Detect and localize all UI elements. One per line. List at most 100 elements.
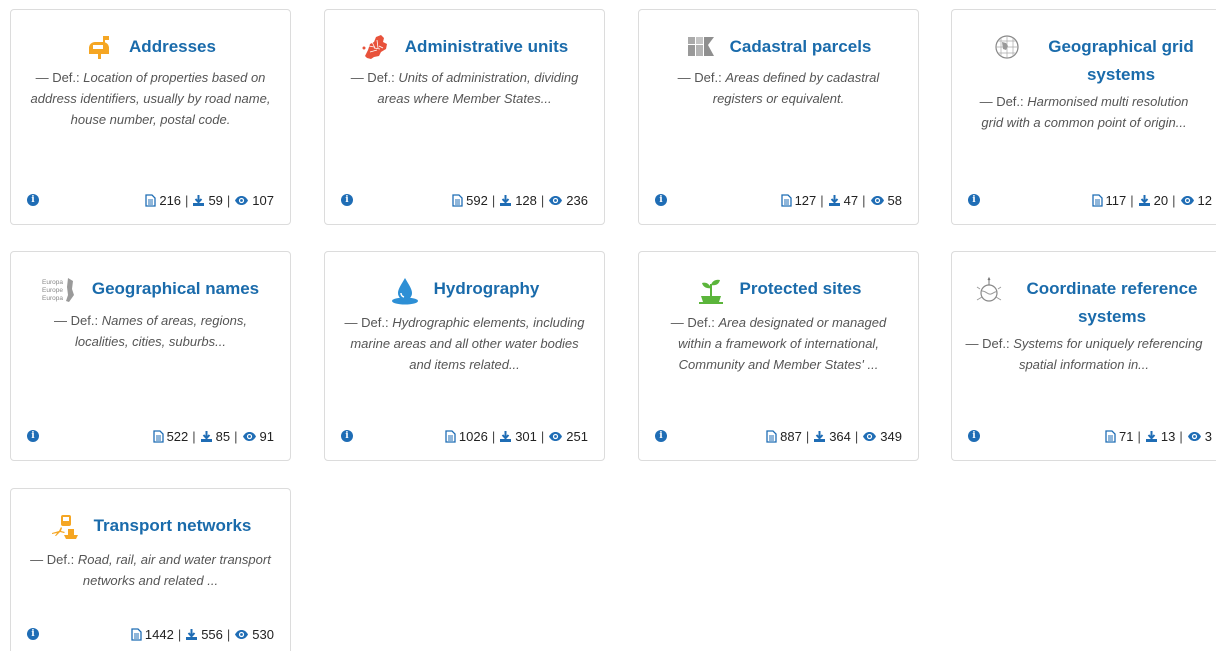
card-definition: — Def.: Location of properties based on … [30,70,271,127]
views-count: 91 [259,428,274,444]
views-count: 530 [252,626,274,642]
card-stats: 592 | 128 | 236 [452,193,588,208]
records-count: 216 [159,192,182,208]
eye-icon [234,629,249,640]
records-count: 71 [1119,428,1134,444]
theme-card-protected-sites[interactable]: Protected sites — Def.: Area designated … [638,251,919,461]
theme-card-geographical-grid-systems[interactable]: Geographical grid systems — Def.: Harmon… [951,9,1216,225]
svg-text:Europe: Europe [42,287,63,294]
theme-card-geographical-names[interactable]: Europa Europe Europa Geographical names … [10,251,291,461]
downloads-count: 301 [515,428,537,444]
svg-text:Europa: Europa [42,295,63,302]
card-definition: — Def.: Names of areas, regions, localit… [54,313,247,349]
card-stats: 71 | 13 | 3 [1105,429,1212,444]
downloads-count: 47 [843,192,859,208]
theme-card-addresses[interactable]: Addresses — Def.: Location of properties… [10,9,291,225]
eye-icon [870,195,885,206]
info-icon[interactable]: i [341,430,353,442]
records-count: 522 [166,428,189,444]
theme-card-coordinate-reference-systems[interactable]: Coordinate reference systems — Def.: Sys… [951,251,1216,461]
card-stats: 1026 | 301 | 251 [445,429,588,444]
info-icon[interactable]: i [341,194,353,206]
records-icon [1091,193,1103,207]
views-count: 349 [880,428,902,444]
info-icon[interactable]: i [27,194,39,206]
downloads-count: 128 [515,192,537,208]
transport-icon [50,513,80,543]
records-count: 592 [466,192,488,208]
download-icon [200,430,213,443]
records-count: 1442 [144,626,174,642]
eye-icon [1180,195,1195,206]
theme-card-transport-networks[interactable]: Transport networks — Def.: Road, rail, a… [10,488,291,651]
info-icon[interactable]: i [27,430,39,442]
downloads-count: 20 [1153,192,1169,208]
card-title[interactable]: Cadastral parcels [730,33,872,61]
downloads-count: 85 [215,428,231,444]
eye-icon [548,195,563,206]
download-icon [499,430,512,443]
downloads-count: 13 [1160,428,1176,444]
theme-card-administrative-units[interactable]: Administrative units — Def.: Units of ad… [324,9,605,225]
water-drop-icon [390,276,420,306]
info-icon[interactable]: i [968,430,980,442]
compass-globe-icon [974,276,1004,306]
download-icon [828,194,841,207]
card-title[interactable]: Addresses [129,33,216,61]
info-icon[interactable]: i [655,194,667,206]
card-stats: 522 | 85 | 91 [152,428,274,444]
theme-card-hydrography[interactable]: Hydrography — Def.: Hydrographic element… [324,251,605,461]
card-definition: — Def.: Area designated or managed withi… [670,315,887,372]
records-icon [445,429,456,443]
records-icon [152,429,164,443]
card-definition: — Def.: Hydrographic elements, including… [344,315,585,372]
card-stats: 127 | 47 | 58 [780,192,902,208]
eye-icon [234,195,249,206]
card-title[interactable]: Administrative units [405,33,568,61]
plant-icon [696,276,726,306]
info-icon[interactable]: i [968,194,980,206]
eye-icon [242,431,257,442]
records-icon [766,429,777,443]
card-title[interactable]: Geographical grid systems [1036,33,1206,89]
grid-globe-icon [992,34,1022,60]
card-title[interactable]: Geographical names [92,275,259,303]
records-icon [780,193,792,207]
mailbox-icon [85,34,115,60]
card-title[interactable]: Transport networks [94,512,252,540]
card-stats: 216 | 59 | 107 [145,193,274,208]
info-icon[interactable]: i [655,430,667,442]
download-icon [813,430,826,443]
theme-card-cadastral-parcels[interactable]: Cadastral parcels — Def.: Areas defined … [638,9,919,225]
card-definition: — Def.: Systems for uniquely referencing… [965,336,1203,372]
card-stats: 887 | 364 | 349 [766,429,902,444]
records-icon [145,193,156,207]
info-icon[interactable]: i [27,628,39,640]
records-count: 887 [780,428,802,444]
card-definition: — Def.: Areas defined by cadastral regis… [677,70,880,106]
views-count: 251 [566,428,588,444]
downloads-count: 556 [201,626,223,642]
download-icon [1138,194,1151,207]
views-count: 58 [887,192,902,208]
downloads-count: 59 [208,192,223,208]
place-names-icon: Europa Europe Europa [42,276,76,304]
card-definition: — Def.: Road, rail, air and water transp… [30,552,271,588]
records-count: 1026 [458,428,488,444]
views-count: 12 [1197,192,1212,208]
records-count: 117 [1105,192,1127,208]
views-count: 107 [252,192,274,208]
card-title[interactable]: Protected sites [740,275,862,303]
card-definition: — Def.: Harmonised multi resolution grid… [979,94,1189,130]
svg-text:Europa: Europa [42,279,63,286]
card-title[interactable]: Hydrography [434,275,540,303]
card-stats: 117 | 20 | 12 [1091,192,1212,208]
download-icon [1145,430,1158,443]
europe-map-icon [361,34,391,60]
records-icon [131,627,142,641]
records-icon [1105,429,1116,443]
download-icon [499,194,512,207]
card-title[interactable]: Coordinate reference systems [1018,275,1206,331]
eye-icon [862,431,877,442]
downloads-count: 364 [829,428,851,444]
